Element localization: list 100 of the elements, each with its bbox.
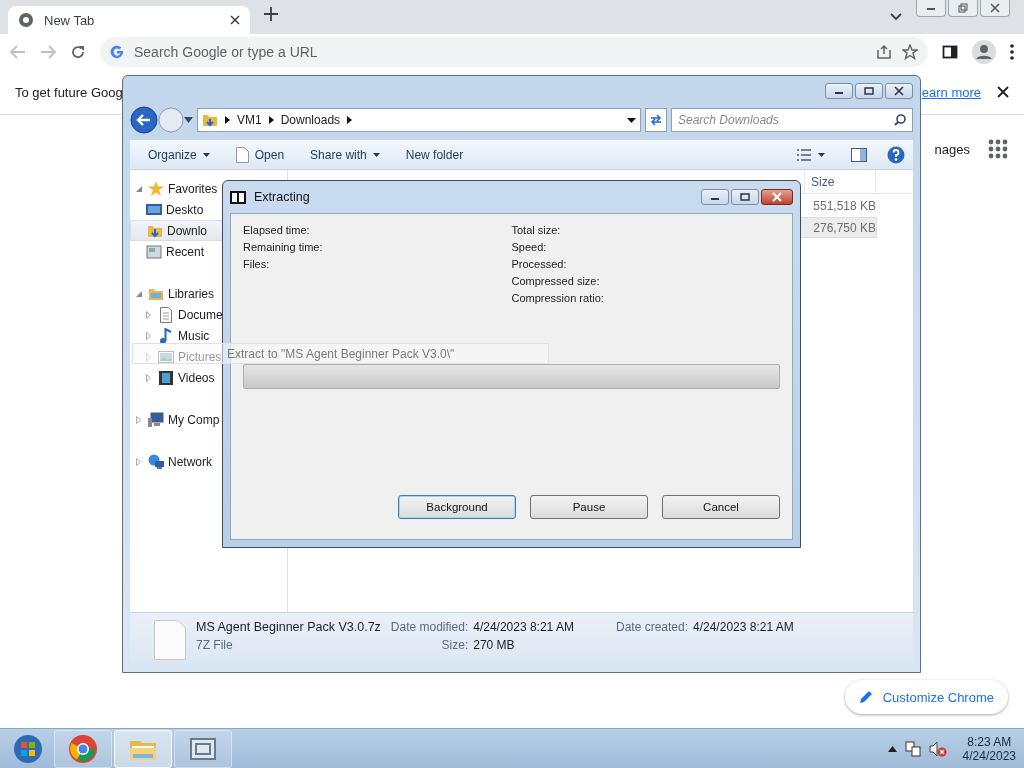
- maximize-button[interactable]: [731, 189, 759, 205]
- plus-icon[interactable]: [264, 6, 278, 21]
- column-header[interactable]: Size: [804, 170, 876, 193]
- field-value: 270 MB: [473, 638, 516, 652]
- reload-icon[interactable]: [70, 44, 86, 60]
- restore-icon: [957, 3, 969, 13]
- star-icon[interactable]: [902, 44, 918, 60]
- videos-icon: [158, 369, 174, 386]
- chevron-down-icon[interactable]: [890, 13, 902, 21]
- documents-icon: [158, 306, 174, 323]
- close-button[interactable]: [885, 83, 913, 99]
- dropdown-arrow-icon[interactable]: [184, 117, 193, 123]
- dialog-title: Extracting: [254, 190, 310, 204]
- side-panel-icon[interactable]: [942, 44, 958, 60]
- toolbar-button[interactable]: New folder: [395, 142, 474, 167]
- infobar-text: To get future Goog: [15, 84, 123, 100]
- close-button[interactable]: [980, 0, 1010, 17]
- customize-chrome-button[interactable]: Customize Chrome: [844, 680, 1008, 714]
- maximize-icon: [738, 192, 752, 202]
- close-icon: [770, 192, 784, 202]
- nav-item[interactable]: Music: [130, 325, 210, 346]
- maximize-button[interactable]: [855, 83, 883, 99]
- back-button-icon[interactable]: [130, 106, 158, 134]
- close-icon[interactable]: [997, 86, 1009, 98]
- search-field[interactable]: Search Downloads: [671, 108, 913, 132]
- nav-item[interactable]: Docume: [130, 304, 223, 325]
- address-placeholder: Search Google or type a URL: [134, 44, 319, 60]
- breadcrumb-item[interactable]: Downloads: [280, 113, 341, 127]
- minimize-button[interactable]: [825, 83, 853, 99]
- music-icon: [158, 327, 174, 344]
- refresh-button[interactable]: [645, 108, 667, 132]
- dialog-button[interactable]: Cancel: [662, 495, 780, 519]
- close-button[interactable]: [761, 189, 793, 205]
- restore-button[interactable]: [948, 0, 978, 17]
- view-options-icon[interactable]: [796, 148, 812, 161]
- stat-label: Processed:: [511, 258, 568, 270]
- field-value: 4/24/2023 8:21 AM: [693, 620, 794, 634]
- clock-time[interactable]: 8:23 AM: [967, 734, 1012, 749]
- caret-icon: [202, 152, 210, 157]
- close-icon: [989, 3, 1001, 13]
- stat-label: Files:: [243, 258, 271, 270]
- nav-item[interactable]: Network: [130, 451, 212, 472]
- stat-label: Compression ratio:: [511, 292, 605, 304]
- caret-icon[interactable]: [818, 152, 825, 157]
- google-icon: [110, 45, 124, 59]
- refresh-icon: [649, 113, 663, 127]
- taskbar-app-button[interactable]: [174, 729, 232, 768]
- network-icon: [148, 453, 164, 470]
- breadcrumb-arrow-icon[interactable]: [225, 116, 230, 124]
- size-cell-text: 276,750 KB: [812, 219, 876, 237]
- taskbar-app-button[interactable]: [54, 729, 112, 768]
- share-icon[interactable]: [876, 44, 892, 60]
- nav-item[interactable]: Recent: [130, 241, 205, 262]
- file-icon: [154, 620, 186, 660]
- breadcrumb-arrow-icon[interactable]: [268, 116, 274, 124]
- clock-date[interactable]: 4/24/2023: [962, 748, 1016, 763]
- nav-item[interactable]: Videos: [130, 367, 215, 388]
- network-status-icon[interactable]: [904, 740, 921, 757]
- apps-grid-icon[interactable]: [988, 139, 1008, 159]
- profile-icon[interactable]: [972, 40, 996, 64]
- nav-item[interactable]: Deskto: [130, 199, 204, 220]
- field-label: Date modified:: [390, 620, 469, 634]
- maximize-icon: [862, 86, 876, 96]
- expanded-arrow-icon[interactable]: [136, 185, 142, 192]
- recent-icon: [146, 243, 162, 260]
- stat-label: Compressed size:: [511, 275, 601, 287]
- minimize-button[interactable]: [916, 0, 946, 17]
- dialog-button[interactable]: Pause: [530, 495, 648, 519]
- learn-more-link[interactable]: earn more: [921, 84, 981, 100]
- preview-pane-icon[interactable]: [851, 147, 867, 162]
- menu-icon[interactable]: [1010, 44, 1014, 60]
- star-icon: [148, 180, 164, 197]
- toolbar-button[interactable]: Open: [225, 142, 295, 167]
- help-icon[interactable]: [887, 145, 905, 164]
- toolbar-button[interactable]: Organize: [138, 142, 220, 167]
- nav-item[interactable]: Favorites: [130, 178, 218, 199]
- up-arrow-icon[interactable]: [887, 745, 897, 752]
- breadcrumb-item[interactable]: VM1: [237, 113, 262, 127]
- breadcrumb-arrow-icon[interactable]: [347, 116, 353, 124]
- archive-app-icon: [230, 190, 246, 204]
- dialog-button[interactable]: Background: [398, 495, 516, 519]
- expanded-arrow-icon[interactable]: [136, 290, 142, 297]
- nav-item[interactable]: My Comp: [130, 409, 220, 430]
- windows-logo-icon: [13, 733, 43, 764]
- close-icon[interactable]: [230, 15, 240, 25]
- nav-item[interactable]: Libraries: [130, 283, 215, 304]
- pictures-icon: [158, 348, 174, 365]
- toolbar-button[interactable]: Share with: [300, 142, 390, 167]
- tab-title: New Tab: [44, 12, 96, 28]
- address-bar[interactable]: Search Google or type a URL: [100, 37, 928, 67]
- muted-speaker-icon[interactable]: [928, 740, 947, 757]
- dropdown-arrow-icon[interactable]: [627, 117, 636, 123]
- caret-icon: [372, 152, 380, 157]
- address-bar[interactable]: VM1 Downloads: [197, 108, 641, 132]
- document-icon: [235, 146, 249, 163]
- search-icon: [894, 114, 906, 126]
- images-link[interactable]: nages: [934, 141, 970, 157]
- minimize-button[interactable]: [701, 189, 729, 205]
- search-placeholder: Search Downloads: [678, 113, 780, 127]
- browser-tab[interactable]: New Tab: [8, 6, 250, 34]
